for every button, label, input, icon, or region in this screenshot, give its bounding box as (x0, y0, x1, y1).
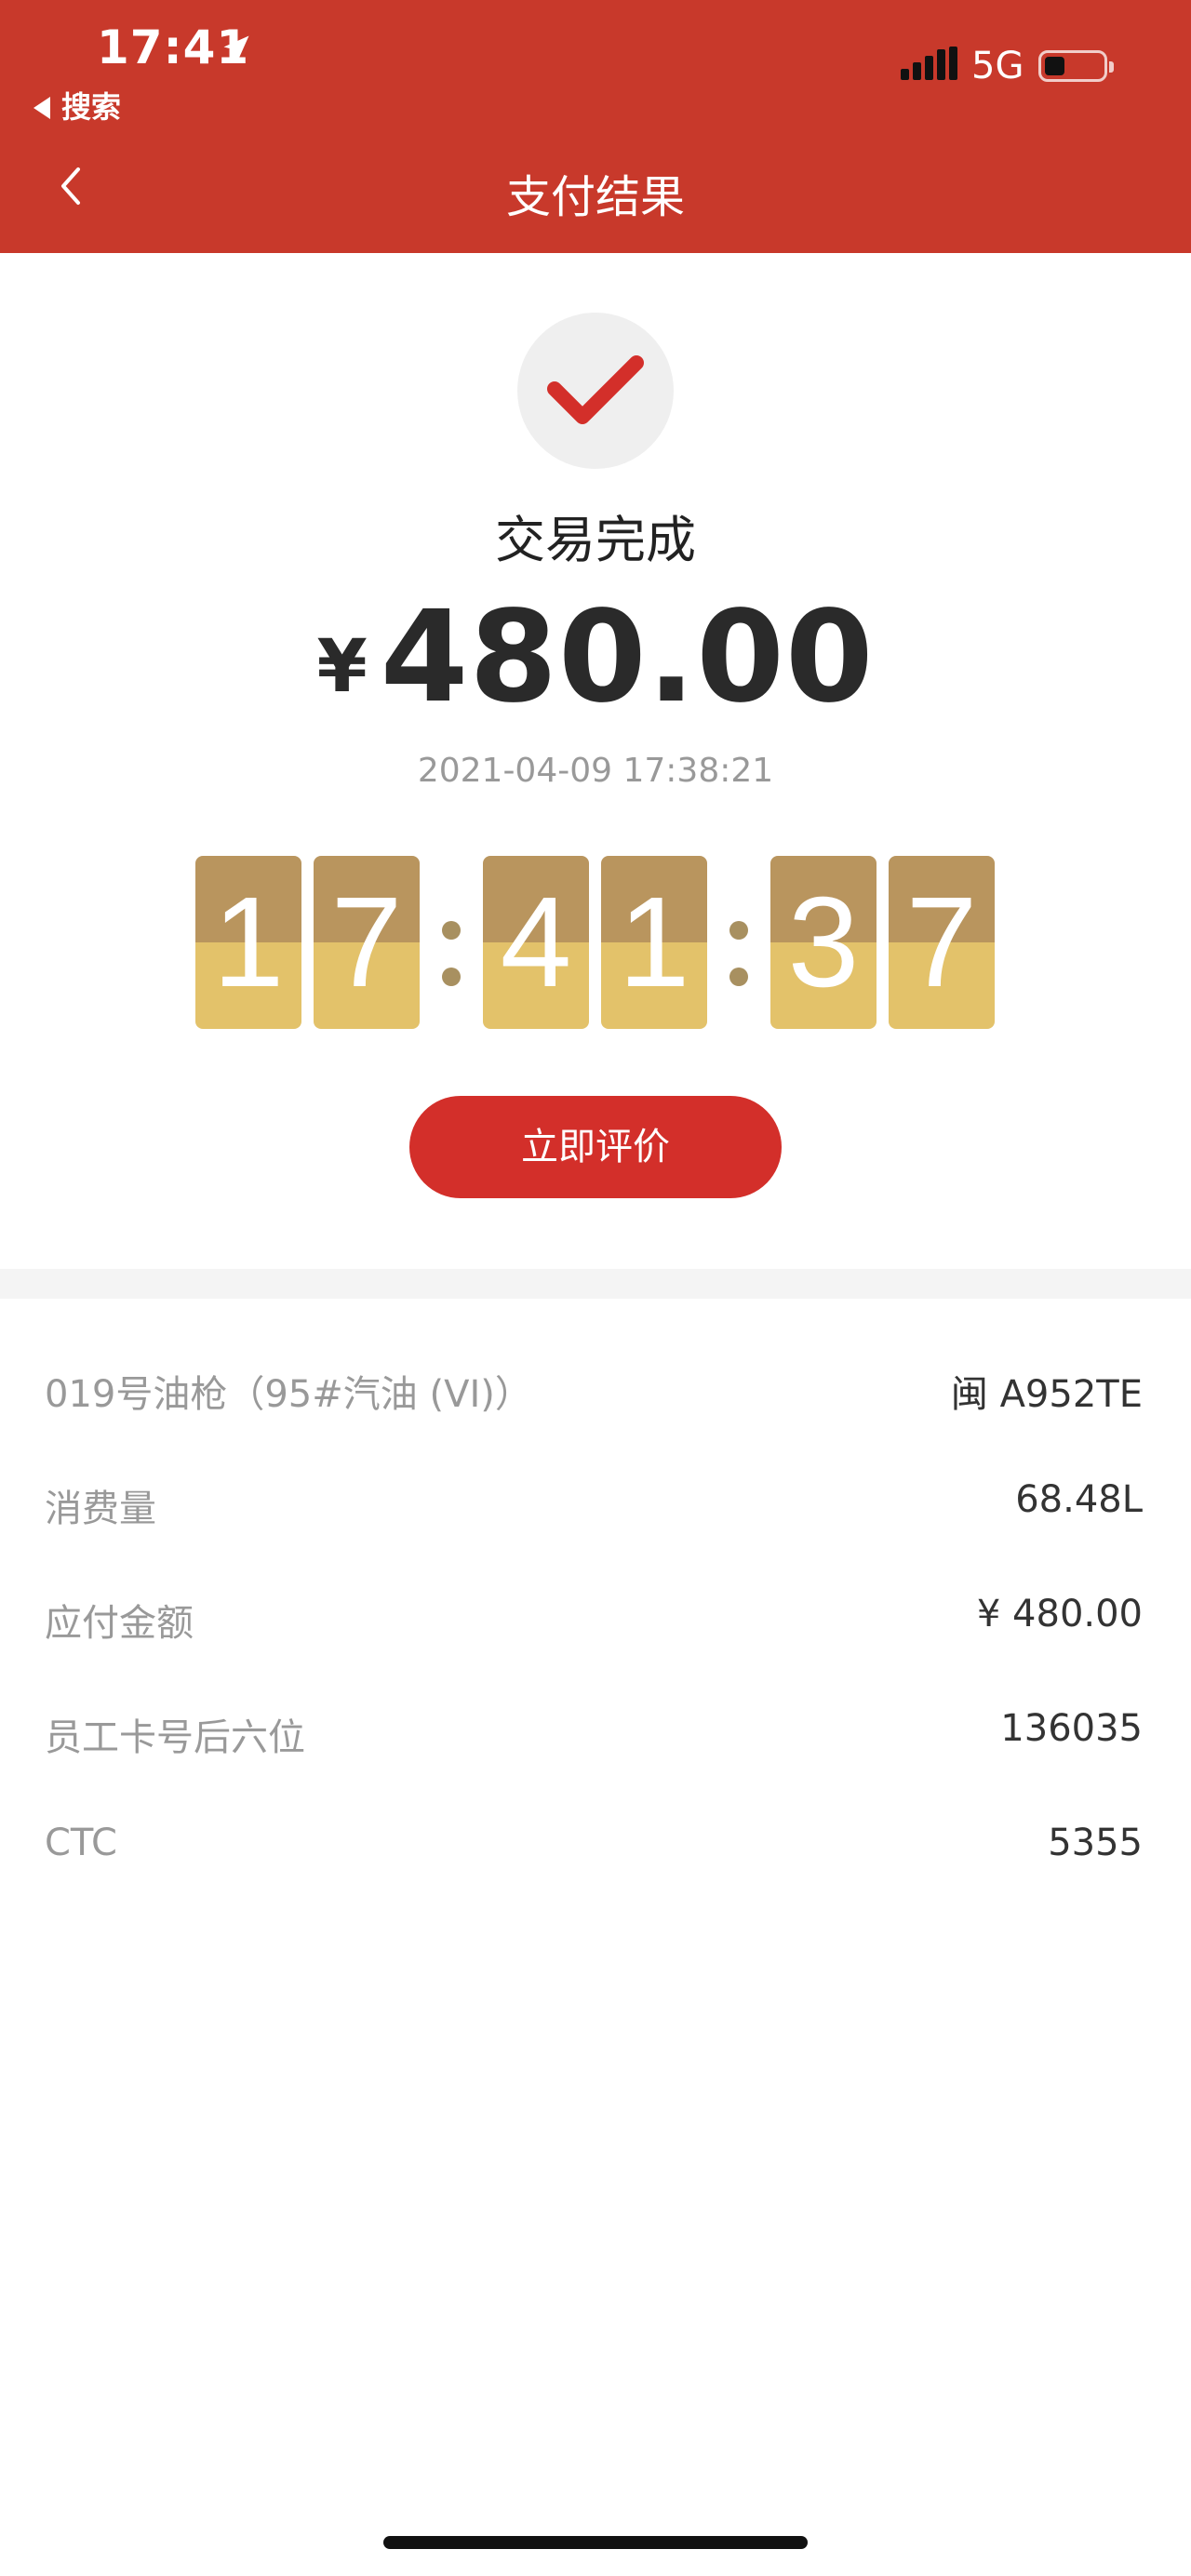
battery-nub (1109, 61, 1114, 73)
detail-label: CTC (45, 1822, 117, 1864)
detail-value: 5355 (1048, 1822, 1143, 1864)
home-indicator[interactable] (383, 2536, 808, 2549)
detail-row-volume: 消费量 68.48L (45, 1478, 1143, 1534)
detail-row-payable: 应付金额 ¥ 480.00 (45, 1593, 1143, 1648)
back-to-app-link[interactable]: 搜索 (33, 84, 121, 127)
detail-label: 019号油枪（95#汽油 (VI)） (45, 1373, 532, 1416)
battery-icon (1038, 50, 1114, 82)
detail-label: 应付金额 (45, 1602, 194, 1645)
clock-colon-dot (729, 968, 748, 986)
detail-row-ctc: CTC 5355 (45, 1822, 1143, 1877)
clock-colon-dot (442, 921, 461, 940)
clock-second-tens: 3 (770, 856, 877, 1029)
checkmark-icon (547, 355, 644, 424)
detail-label: 员工卡号后六位 (45, 1716, 305, 1759)
clock-hour-ones: 7 (314, 856, 420, 1029)
transaction-datetime: 2021-04-09 17:38:21 (417, 752, 774, 790)
detail-value: ¥ 480.00 (976, 1593, 1143, 1635)
clock-hour-tens: 1 (195, 856, 301, 1029)
clock-second-ones: 7 (889, 856, 995, 1029)
back-triangle-icon (33, 97, 50, 119)
battery-level (1045, 57, 1064, 75)
success-badge (517, 313, 674, 469)
clock-minute-ones: 1 (601, 856, 707, 1029)
rate-now-button[interactable]: 立即评价 (409, 1096, 782, 1198)
currency-symbol: ¥ (316, 625, 368, 709)
signal-bars-icon (901, 47, 957, 80)
section-divider (0, 1269, 1191, 1299)
detail-value: 闽 A952TE (950, 1373, 1143, 1416)
clock-minute-tens: 4 (483, 856, 589, 1029)
amount-display: ¥480.00 (0, 584, 1191, 731)
location-arrow-icon (223, 35, 249, 61)
detail-row-staff-card: 员工卡号后六位 136035 (45, 1707, 1143, 1763)
detail-value: 136035 (1000, 1707, 1143, 1750)
clock-colon-dot (442, 968, 461, 986)
back-to-app-label: 搜索 (61, 89, 122, 125)
page-title: 支付结果 (505, 171, 685, 223)
network-type: 5G (971, 45, 1024, 87)
detail-value: 68.48L (1015, 1478, 1143, 1521)
transaction-status: 交易完成 (495, 511, 696, 569)
header-bar: 17:41 搜索 5G 支付结果 (0, 0, 1191, 253)
amount-value: 480.00 (380, 584, 875, 731)
detail-label: 消费量 (45, 1488, 156, 1530)
flip-clock: 1 7 4 1 3 7 (195, 856, 996, 1029)
clock-colon-dot (729, 921, 748, 940)
detail-row-pump: 019号油枪（95#汽油 (VI)） 闽 A952TE (45, 1364, 1143, 1420)
